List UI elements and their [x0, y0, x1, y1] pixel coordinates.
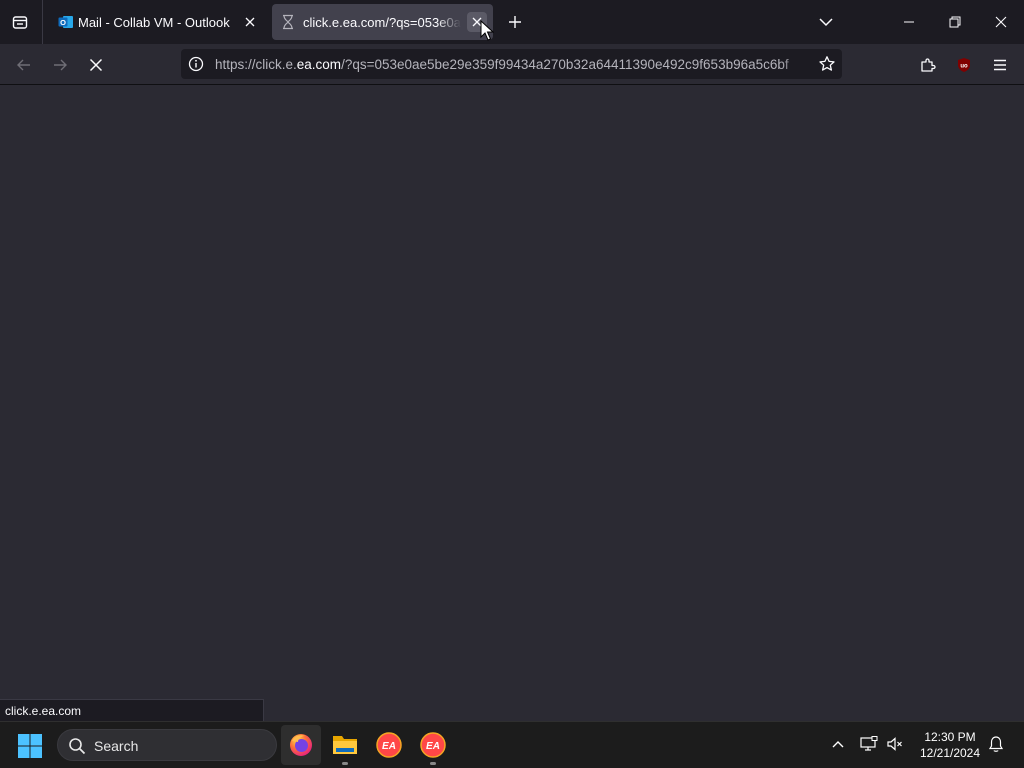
address-bar[interactable]: https://click.e.ea.com/?qs=053e0ae5be29e… — [181, 49, 842, 79]
firefox-icon — [290, 734, 312, 756]
tab-bar: O Mail - Collab VM - Outlook click.e.ea.… — [0, 0, 1024, 44]
restore-button[interactable] — [932, 0, 978, 44]
minimize-icon — [904, 21, 914, 23]
tab-title: Mail - Collab VM - Outlook — [78, 15, 230, 30]
url-path: /?qs=053e0ae5be29e359f99434a270b32a64411… — [341, 57, 789, 72]
clock-date: 12/21/2024 — [919, 746, 981, 760]
bookmark-star-icon[interactable] — [818, 55, 836, 73]
list-all-tabs-button[interactable] — [803, 0, 849, 44]
bell-icon — [988, 736, 1004, 752]
outlook-icon: O — [58, 14, 74, 30]
chevron-down-icon — [819, 18, 833, 27]
taskbar-firefox[interactable] — [281, 725, 321, 765]
info-icon[interactable] — [188, 56, 204, 72]
new-tab-button[interactable] — [503, 10, 527, 34]
url-host: ea.com — [296, 57, 342, 72]
close-icon — [995, 16, 1007, 28]
minimize-button[interactable] — [886, 0, 932, 44]
taskbar-clock[interactable]: 12:30 PM 12/21/2024 — [912, 729, 988, 761]
folder-icon — [333, 736, 357, 754]
firefox-view-icon — [12, 16, 28, 29]
taskbar-search-box[interactable]: Search — [57, 729, 277, 761]
tab-outlook[interactable]: O Mail - Collab VM - Outlook — [50, 4, 268, 40]
navigation-toolbar: https://click.e.ea.com/?qs=053e0ae5be29e… — [0, 44, 1024, 85]
ublock-origin-button[interactable]: uo — [949, 50, 979, 80]
clock-time: 12:30 PM — [924, 730, 976, 744]
app-menu-button[interactable] — [985, 50, 1015, 80]
taskbar-ea-app[interactable]: EA — [369, 725, 409, 765]
url-text[interactable]: https://click.e.ea.com/?qs=053e0ae5be29e… — [215, 57, 809, 72]
back-button[interactable] — [9, 50, 39, 80]
tab-title: click.e.ea.com/?qs=053e0ae5b — [303, 15, 461, 30]
chevron-up-icon — [832, 741, 844, 748]
ea-app-icon: EA — [420, 732, 446, 758]
svg-text:EA: EA — [382, 741, 396, 752]
page-content[interactable] — [0, 85, 1024, 721]
url-prefix: https://click.e. — [215, 57, 297, 72]
arrow-left-icon — [17, 59, 30, 71]
close-tab-icon[interactable] — [240, 12, 260, 32]
search-icon — [69, 738, 86, 755]
speaker-muted-icon — [887, 737, 902, 751]
network-icon — [860, 736, 878, 751]
show-hidden-icons-button[interactable] — [826, 732, 850, 756]
plus-icon — [509, 16, 521, 28]
extensions-button[interactable] — [913, 50, 943, 80]
stop-button[interactable] — [81, 50, 111, 80]
taskbar-ea-app-running[interactable]: EA — [413, 725, 453, 765]
network-tray-button[interactable] — [857, 732, 881, 756]
arrow-right-icon — [54, 59, 67, 71]
forward-button[interactable] — [45, 50, 75, 80]
puzzle-icon — [921, 58, 936, 72]
notifications-button[interactable] — [984, 732, 1008, 756]
hamburger-menu-icon — [994, 59, 1006, 71]
tab-separator — [42, 0, 43, 44]
start-button[interactable] — [17, 733, 43, 759]
status-panel: click.e.ea.com — [0, 699, 264, 721]
mouse-cursor-icon — [480, 20, 494, 41]
volume-tray-button[interactable] — [883, 732, 907, 756]
restore-icon — [949, 16, 961, 28]
stop-icon — [89, 58, 103, 72]
ublock-origin-icon: uo — [958, 58, 970, 72]
close-window-button[interactable] — [978, 0, 1024, 44]
windows-logo-icon — [18, 734, 42, 758]
ea-app-icon: EA — [376, 732, 402, 758]
svg-text:EA: EA — [426, 741, 440, 752]
svg-text:uo: uo — [960, 64, 968, 70]
search-label: Search — [94, 738, 139, 754]
tab-ea-link[interactable]: click.e.ea.com/?qs=053e0ae5b — [272, 4, 493, 40]
taskbar-file-explorer[interactable] — [325, 725, 365, 765]
svg-text:O: O — [60, 18, 66, 27]
tab-list-button[interactable] — [6, 8, 34, 36]
hourglass-icon — [280, 14, 296, 30]
windows-taskbar: Search EA EA 12:30 PM 12/21/2024 — [0, 721, 1024, 768]
